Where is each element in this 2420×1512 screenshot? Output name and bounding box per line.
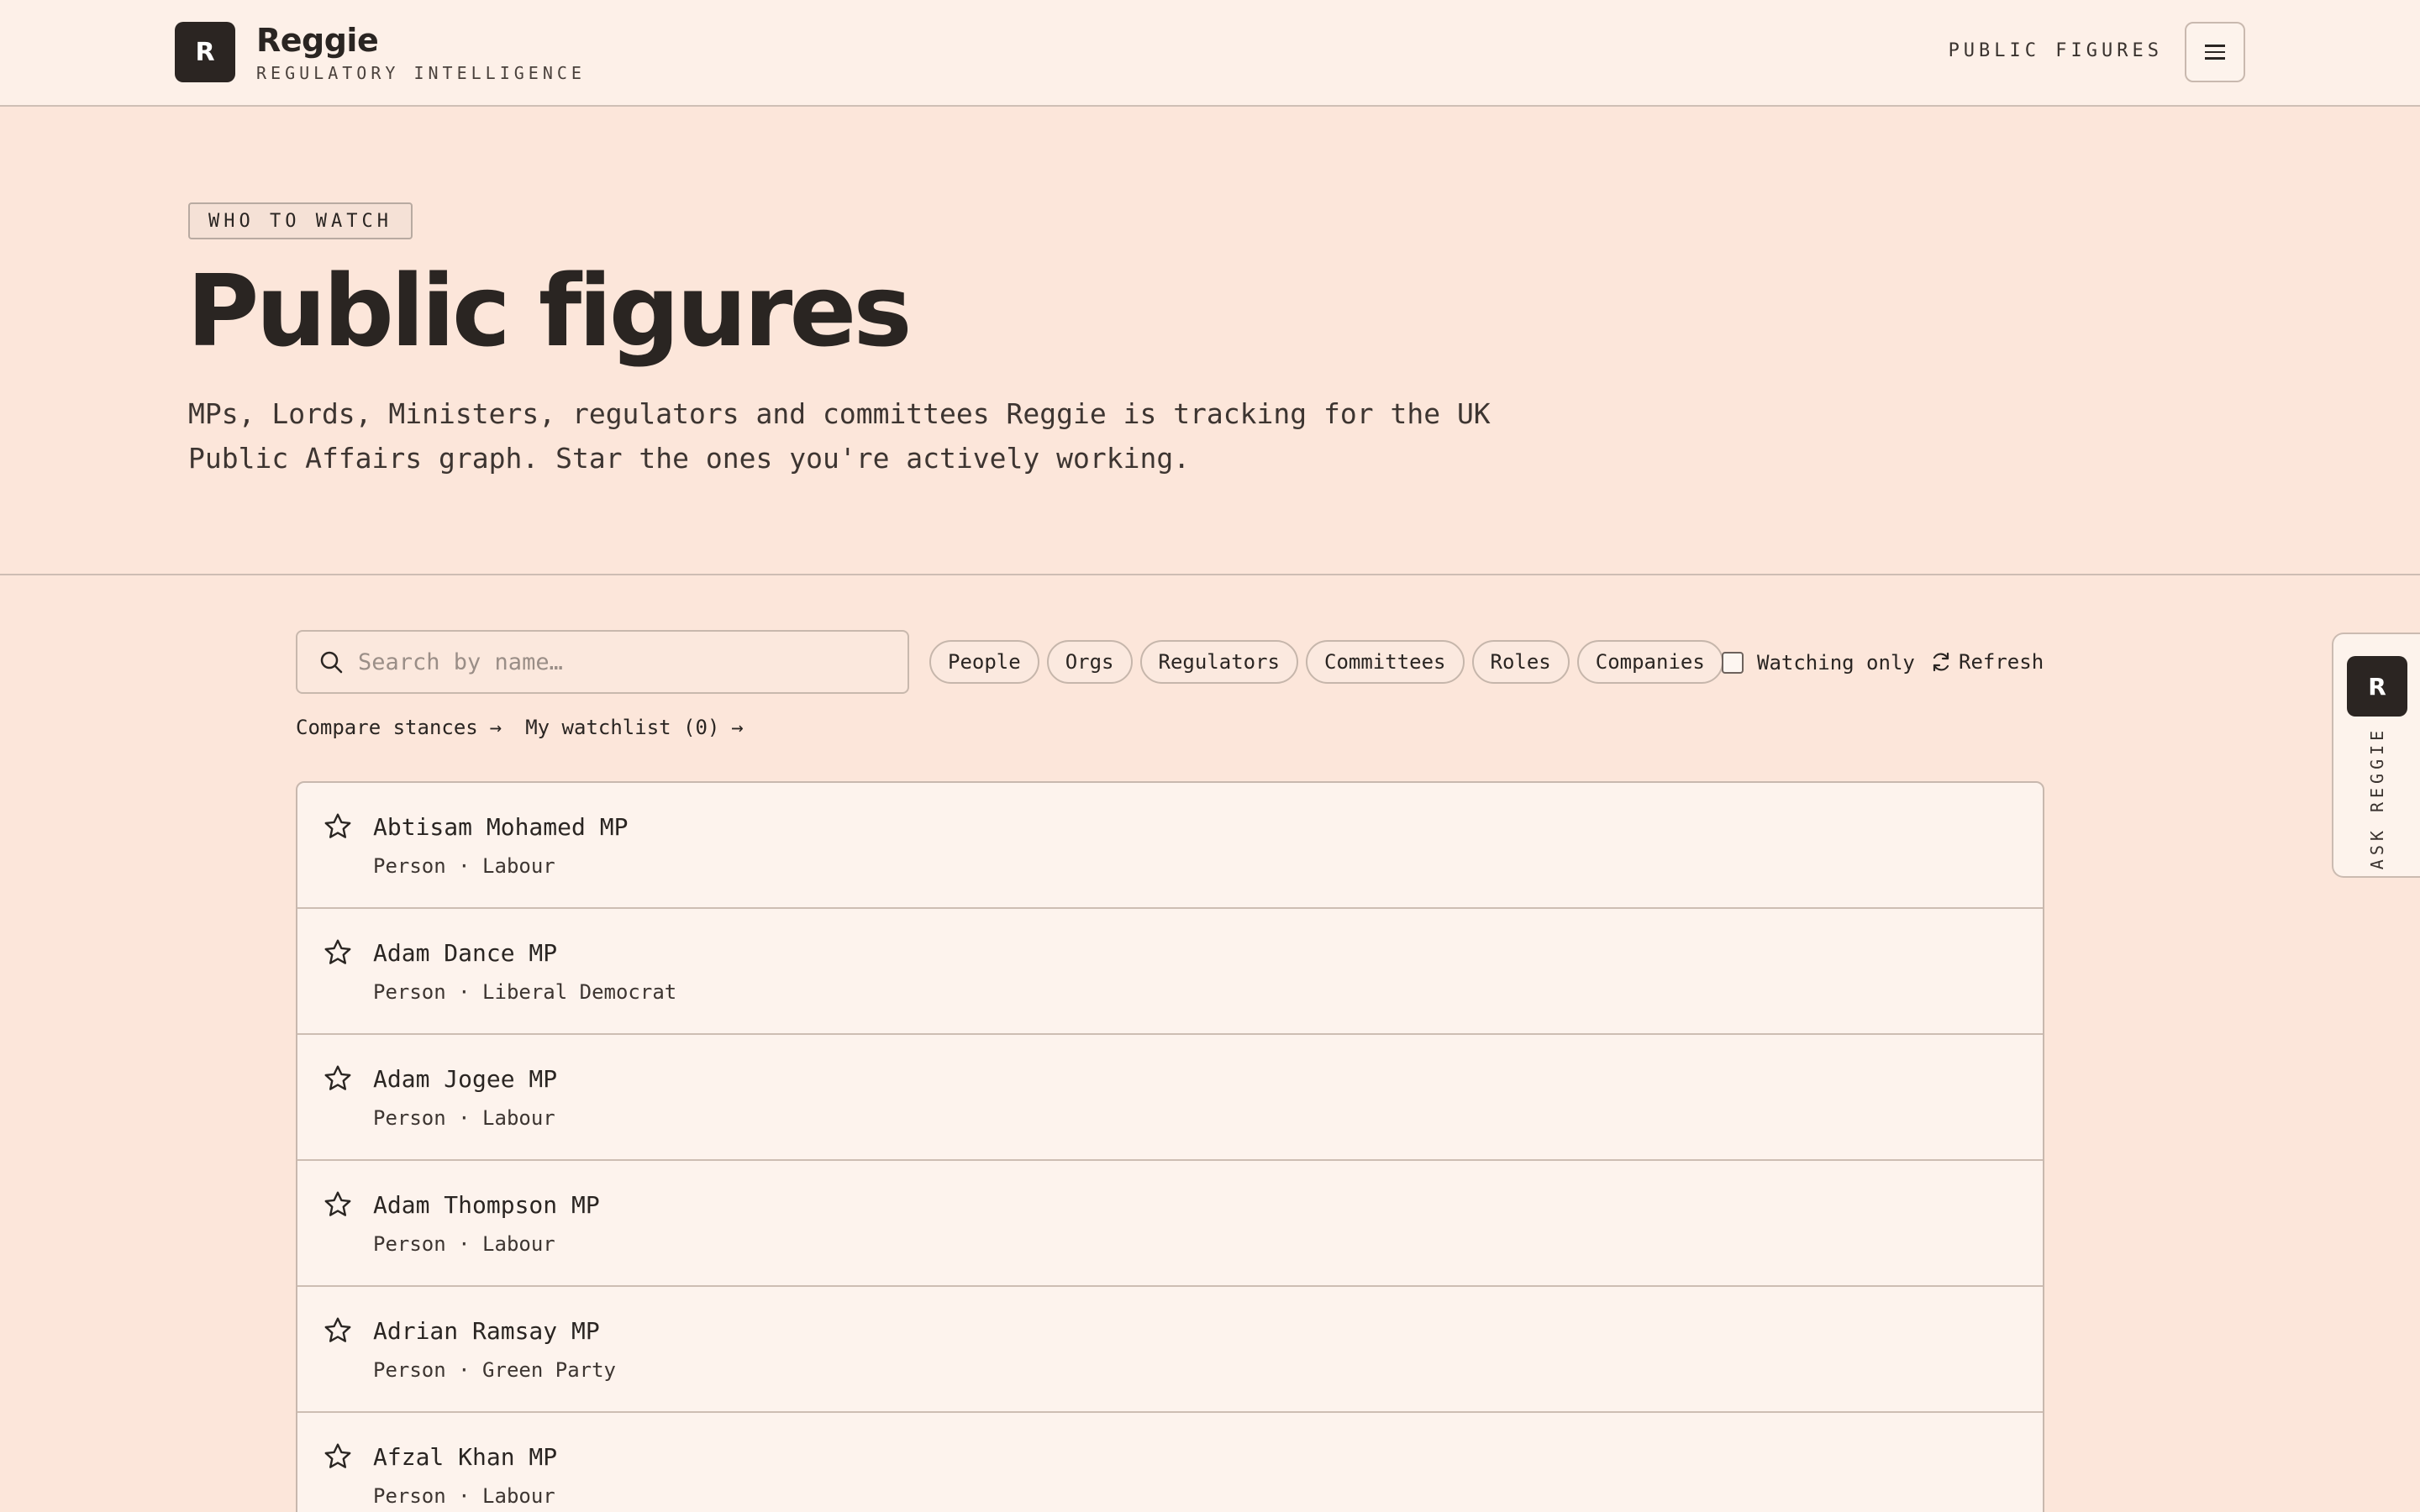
figure-meta: Person · Labour bbox=[373, 854, 555, 878]
refresh-icon bbox=[1933, 652, 1949, 672]
watching-only-label: Watching only bbox=[1757, 651, 1915, 675]
figure-meta: Person · Labour bbox=[373, 1232, 555, 1256]
nav-link-public-figures[interactable]: PUBLIC FIGURES bbox=[1949, 40, 2163, 61]
brand-name[interactable]: Reggie bbox=[256, 22, 379, 59]
figure-meta: Person · Labour bbox=[373, 1484, 555, 1508]
ask-reggie-tab[interactable]: R ASK REGGIE bbox=[2332, 633, 2420, 878]
section-tag: WHO TO WATCH bbox=[188, 202, 413, 239]
refresh-label: Refresh bbox=[1959, 650, 2044, 674]
filter-chip-committees[interactable]: Committees bbox=[1306, 640, 1465, 684]
list-item[interactable]: Abtisam Mohamed MP Person · Labour bbox=[297, 783, 2043, 909]
figure-name[interactable]: Afzal Khan MP bbox=[373, 1443, 557, 1471]
figure-meta: Person · Labour bbox=[373, 1106, 555, 1130]
menu-button[interactable] bbox=[2185, 22, 2245, 82]
star-outline-icon[interactable] bbox=[323, 1189, 353, 1220]
arrow-right-icon: → bbox=[731, 716, 744, 739]
watchlist-label: My watchlist (0) bbox=[525, 716, 720, 739]
filter-chip-regulators[interactable]: Regulators bbox=[1139, 640, 1298, 684]
figure-name[interactable]: Adrian Ramsay MP bbox=[373, 1317, 600, 1345]
list-item[interactable]: Adam Thompson MP Person · Labour bbox=[297, 1161, 2043, 1287]
quick-links: Compare stances → My watchlist (0) → bbox=[296, 716, 744, 739]
ask-reggie-label: ASK REGGIE bbox=[2367, 726, 2387, 870]
figures-list: Abtisam Mohamed MP Person · Labour Adam … bbox=[296, 781, 2044, 1512]
hamburger-menu-icon bbox=[2205, 45, 2225, 60]
search-input[interactable] bbox=[358, 648, 896, 675]
star-outline-icon[interactable] bbox=[323, 1441, 353, 1472]
watching-only-checkbox[interactable] bbox=[1722, 652, 1744, 674]
filter-chip-people[interactable]: People bbox=[929, 640, 1039, 684]
top-header: R Reggie REGULATORY INTELLIGENCE PUBLIC … bbox=[0, 0, 2420, 107]
star-outline-icon[interactable] bbox=[323, 1063, 353, 1094]
figure-name[interactable]: Abtisam Mohamed MP bbox=[373, 813, 628, 841]
figure-meta: Person · Green Party bbox=[373, 1358, 616, 1382]
watching-only-toggle[interactable]: Watching only bbox=[1722, 651, 1915, 675]
filter-chips: People Orgs Regulators Committees Roles … bbox=[929, 640, 1723, 684]
brand-logo[interactable]: R bbox=[175, 22, 235, 82]
ask-reggie-logo: R bbox=[2347, 656, 2407, 717]
list-item[interactable]: Adam Jogee MP Person · Labour bbox=[297, 1035, 2043, 1161]
page-description: MPs, Lords, Ministers, regulators and co… bbox=[188, 397, 1491, 475]
refresh-button[interactable]: Refresh bbox=[1930, 648, 2044, 675]
compare-stances-label: Compare stances bbox=[296, 716, 478, 739]
arrow-right-icon: → bbox=[489, 716, 502, 739]
star-outline-icon[interactable] bbox=[323, 937, 353, 968]
list-item[interactable]: Adrian Ramsay MP Person · Green Party bbox=[297, 1287, 2043, 1413]
brand-tagline: REGULATORY INTELLIGENCE bbox=[256, 63, 586, 83]
page-title: Public figures bbox=[187, 253, 913, 369]
figure-name[interactable]: Adam Jogee MP bbox=[373, 1065, 557, 1093]
star-outline-icon[interactable] bbox=[323, 811, 353, 842]
filter-chip-companies[interactable]: Companies bbox=[1576, 640, 1723, 684]
list-item[interactable]: Adam Dance MP Person · Liberal Democrat bbox=[297, 909, 2043, 1035]
figure-meta: Person · Liberal Democrat bbox=[373, 980, 677, 1004]
list-item[interactable]: Afzal Khan MP Person · Labour bbox=[297, 1413, 2043, 1512]
search-box[interactable] bbox=[296, 630, 909, 694]
watchlist-link[interactable]: My watchlist (0) → bbox=[525, 716, 744, 739]
compare-stances-link[interactable]: Compare stances → bbox=[296, 716, 502, 739]
star-outline-icon[interactable] bbox=[323, 1315, 353, 1346]
section-divider bbox=[0, 574, 2420, 575]
search-icon bbox=[320, 651, 343, 674]
figure-name[interactable]: Adam Dance MP bbox=[373, 939, 557, 967]
filter-chip-roles[interactable]: Roles bbox=[1471, 640, 1570, 684]
filter-chip-orgs[interactable]: Orgs bbox=[1046, 640, 1133, 684]
figure-name[interactable]: Adam Thompson MP bbox=[373, 1191, 600, 1219]
